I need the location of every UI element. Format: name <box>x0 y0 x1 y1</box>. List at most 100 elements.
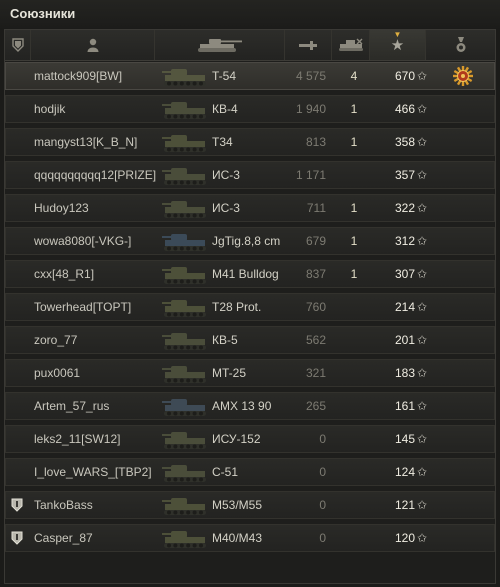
medal-slot <box>451 525 475 551</box>
vehicle-name: AMX 13 90 <box>212 399 272 413</box>
player-name[interactable]: qqqqqqqqqq12[PRIZE] <box>34 162 156 188</box>
xp-value: 670 <box>394 69 415 83</box>
medal-slot <box>451 96 475 122</box>
player-name[interactable]: TankoBass <box>34 492 93 518</box>
damage-value: 711 <box>306 201 326 215</box>
damage-value: 1 171 <box>295 168 326 182</box>
player-row[interactable]: I_love_WARS_[TBP2] C-51 0 124 ✩ <box>5 458 495 486</box>
tank-thumbnail-icon <box>161 327 211 353</box>
player-name[interactable]: cxx[48_R1] <box>34 261 94 287</box>
xp-value: 161 <box>394 399 415 413</box>
tank-thumbnail-icon <box>161 96 211 122</box>
vehicle-name: T34 <box>212 135 233 149</box>
xp-star-icon: ✩ <box>417 399 428 413</box>
vehicle-name: M41 Bulldog <box>212 267 279 281</box>
xp-value: 466 <box>394 102 415 116</box>
player-name[interactable]: mattock909[BW] <box>34 63 122 89</box>
player-name[interactable]: Towerhead[TOPT] <box>34 294 131 320</box>
damage-value: 562 <box>305 333 326 347</box>
player-column-header[interactable] <box>31 30 155 60</box>
damage-value: 837 <box>305 267 326 281</box>
squad-badge <box>11 63 27 89</box>
player-name[interactable]: I_love_WARS_[TBP2] <box>34 459 152 485</box>
player-row[interactable]: Casper_87 M40/M43 0 120 ✩ <box>5 524 495 552</box>
player-name[interactable]: zoro_77 <box>34 327 77 353</box>
xp-star-icon: ✩ <box>417 333 428 347</box>
squad-badge <box>11 195 27 221</box>
medal-slot <box>451 195 475 221</box>
player-row[interactable]: mangyst13[K_B_N] T34 813 1 358 ✩ <box>5 128 495 156</box>
sort-arrow-icon: ▼ <box>393 30 402 39</box>
player-row[interactable]: hodjik КВ-4 1 940 1 466 ✩ <box>5 95 495 123</box>
frags-column-header[interactable] <box>332 30 370 60</box>
damage-value: 265 <box>305 399 326 413</box>
squad-badge <box>11 294 27 320</box>
player-row[interactable]: zoro_77 КВ-5 562 201 ✩ <box>5 326 495 354</box>
frags-value: 1 <box>350 102 358 116</box>
player-name[interactable]: Casper_87 <box>34 525 93 551</box>
xp-value: 121 <box>394 498 415 512</box>
player-row[interactable]: qqqqqqqqqq12[PRIZE] ИС-3 1 171 357 ✩ <box>5 161 495 189</box>
player-row[interactable]: mattock909[BW] T-54 4 575 4 670 ✩ <box>5 62 495 90</box>
squad-shield-icon <box>11 498 23 512</box>
team-results-panel: ▼ ★ mattock909[BW] T-54 4 575 4 670 ✩ hodjik КВ… <box>4 29 496 584</box>
medal-slot <box>451 492 475 518</box>
player-row[interactable]: Hudoy123 ИС-3 711 1 322 ✩ <box>5 194 495 222</box>
squad-badge <box>11 360 27 386</box>
player-name[interactable]: wowa8080[-VKG-] <box>34 228 131 254</box>
tank-thumbnail-icon <box>161 294 211 320</box>
xp-value: 120 <box>394 531 415 545</box>
tank-thumbnail-icon <box>161 492 211 518</box>
player-row[interactable]: Artem_57_rus AMX 13 90 265 161 ✩ <box>5 392 495 420</box>
player-name[interactable]: mangyst13[K_B_N] <box>34 129 137 155</box>
xp-value: 322 <box>394 201 415 215</box>
player-name[interactable]: Hudoy123 <box>34 195 89 221</box>
medal-slot <box>451 360 475 386</box>
damage-icon <box>299 41 317 50</box>
medal-slot <box>451 327 475 353</box>
player-row[interactable]: pux0061 MT-25 321 183 ✩ <box>5 359 495 387</box>
xp-star-icon: ✩ <box>417 531 428 545</box>
vehicle-name: ИС-3 <box>212 168 240 182</box>
achievement-medal-icon[interactable] <box>452 65 474 87</box>
vehicle-name: T-54 <box>212 69 237 83</box>
medal-icon <box>456 37 465 52</box>
player-list: mattock909[BW] T-54 4 575 4 670 ✩ hodjik КВ-4 1 … <box>5 62 495 557</box>
tank-thumbnail-icon <box>161 261 211 287</box>
xp-star-icon: ✩ <box>417 366 428 380</box>
player-name[interactable]: pux0061 <box>34 360 80 386</box>
squad-badge <box>11 228 27 254</box>
player-row[interactable]: Towerhead[TOPT] T28 Prot. 760 214 ✩ <box>5 293 495 321</box>
player-row[interactable]: leks2_11[SW12] ИСУ-152 0 145 ✩ <box>5 425 495 453</box>
player-row[interactable]: wowa8080[-VKG-] JgTig.8,8 cm 679 1 312 ✩ <box>5 227 495 255</box>
xp-star-icon: ✩ <box>417 432 428 446</box>
tank-thumbnail-icon <box>161 129 211 155</box>
squad-column-header[interactable] <box>5 30 31 60</box>
player-name[interactable]: leks2_11[SW12] <box>34 426 121 452</box>
medal-slot <box>451 162 475 188</box>
player-row[interactable]: TankoBass M53/M55 0 121 ✩ <box>5 491 495 519</box>
medal-slot <box>451 426 475 452</box>
player-row[interactable]: cxx[48_R1] M41 Bulldog 837 1 307 ✩ <box>5 260 495 288</box>
medal-slot <box>451 459 475 485</box>
table-header: ▼ ★ <box>5 30 495 61</box>
medal-slot <box>451 261 475 287</box>
vehicle-name: JgTig.8,8 cm <box>212 234 281 248</box>
player-name[interactable]: Artem_57_rus <box>34 393 109 419</box>
player-icon <box>87 38 98 52</box>
xp-column-header[interactable]: ▼ ★ <box>370 30 426 60</box>
damage-column-header[interactable] <box>285 30 332 60</box>
xp-star-icon: ✩ <box>417 69 428 83</box>
damage-value: 813 <box>305 135 326 149</box>
frags-value: 1 <box>350 267 358 281</box>
vehicle-column-header[interactable] <box>155 30 285 60</box>
xp-star-icon: ✩ <box>417 168 428 182</box>
xp-value: 358 <box>394 135 415 149</box>
xp-star-icon: ✩ <box>417 300 428 314</box>
medal-column-header[interactable] <box>426 30 495 60</box>
vehicle-name: C-51 <box>212 465 239 479</box>
tank-thumbnail-icon <box>161 459 211 485</box>
xp-star-icon: ✩ <box>417 267 428 281</box>
medal-slot <box>451 294 475 320</box>
player-name[interactable]: hodjik <box>34 96 65 122</box>
